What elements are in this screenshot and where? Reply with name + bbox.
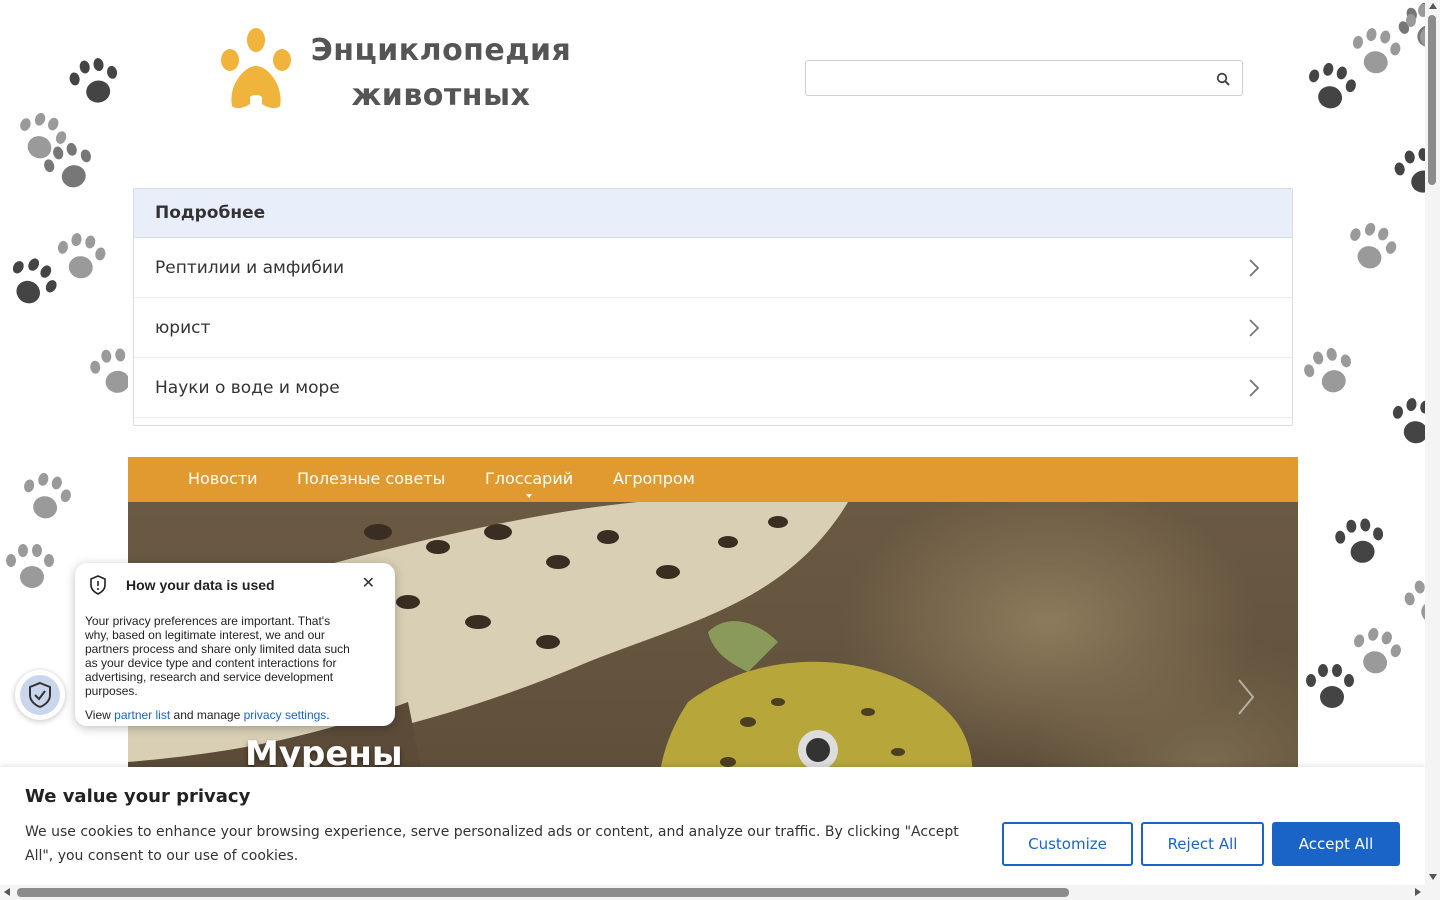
logo-line-2: животных [351, 78, 531, 113]
paw-print-decoration [1332, 212, 1409, 289]
scroll-down-arrow[interactable] [1429, 874, 1437, 880]
reject-all-button[interactable]: Reject All [1141, 822, 1264, 866]
nav-label: Новости [188, 469, 258, 488]
nav-label: Полезные советы [297, 469, 446, 488]
nav-label: Глоссарий [485, 469, 574, 488]
nav-agro[interactable]: Агропром [613, 457, 695, 502]
paw-print-decoration [1300, 660, 1360, 720]
vertical-scrollbar[interactable] [1425, 0, 1440, 900]
partner-list-link[interactable]: partner list [114, 708, 170, 722]
cookie-banner: We value your privacy We use cookies to … [0, 767, 1425, 885]
caret-down-icon [526, 494, 533, 498]
privacy-settings-link[interactable]: privacy settings [244, 708, 327, 722]
nav-label: Агропром [613, 469, 695, 488]
paw-print-decoration [0, 540, 60, 600]
popover-links: View partner list and manage privacy set… [85, 708, 385, 722]
paw-print-decoration [1293, 338, 1366, 411]
paw-logo-icon [221, 28, 291, 109]
more-panel: Подробнее Рептилии и амфибии юрист Науки… [133, 188, 1293, 426]
paw-print-decoration [1327, 512, 1392, 577]
privacy-shield-button[interactable] [15, 670, 65, 720]
more-item-reptiles[interactable]: Рептилии и амфибии [134, 238, 1292, 298]
search-input[interactable] [806, 61, 1206, 95]
more-item-lawyer[interactable]: юрист [134, 298, 1292, 358]
customize-button[interactable]: Customize [1002, 822, 1133, 866]
cookie-title: We value your privacy [25, 786, 251, 807]
search-icon[interactable] [1216, 72, 1230, 86]
more-item-label: юрист [155, 318, 211, 338]
chevron-right-icon[interactable] [1236, 677, 1256, 717]
horizontal-scrollbar[interactable] [0, 885, 1425, 900]
popover-title: How your data is used [126, 577, 275, 593]
view-text: View [85, 708, 111, 722]
nav-glossary[interactable]: Глоссарий [485, 457, 573, 502]
period-text: . [326, 708, 330, 722]
shield-check-icon [29, 681, 51, 709]
scrollbar-thumb[interactable] [17, 888, 1069, 897]
more-panel-title: Подробнее [134, 189, 1292, 238]
paw-print-decoration [60, 50, 130, 120]
popover-header: How your data is used ✕ [85, 573, 385, 599]
shield-icon [90, 575, 106, 595]
scroll-left-arrow[interactable] [4, 888, 10, 896]
and-manage-text: and manage [173, 708, 241, 722]
logo-text: Энциклопедия животных [296, 28, 586, 118]
chevron-right-icon [1249, 379, 1260, 397]
scroll-up-arrow[interactable] [1429, 3, 1437, 9]
popover-body: Your privacy preferences are important. … [85, 614, 350, 698]
more-item-label: Науки о воде и море [155, 378, 340, 398]
logo-line-1: Энциклопедия [310, 33, 572, 68]
cookie-text: We use cookies to enhance your browsing … [25, 824, 959, 864]
more-item-water-sciences[interactable]: Науки о воде и море [134, 358, 1292, 418]
more-item-label: Рептилии и амфибии [155, 258, 345, 278]
page-container: Энциклопедия животных Подробнее Рептилии… [128, 0, 1298, 900]
main-nav: Новости Полезные советы Глоссарий Агропр… [128, 457, 1298, 502]
nav-tips[interactable]: Полезные советы [297, 457, 445, 502]
scroll-right-arrow[interactable] [1415, 888, 1421, 896]
site-logo[interactable]: Энциклопедия животных [218, 26, 578, 116]
data-usage-popover: How your data is used ✕ Your privacy pre… [75, 563, 395, 726]
chevron-right-icon [1249, 259, 1260, 277]
search-box [805, 60, 1243, 96]
close-icon[interactable]: ✕ [362, 573, 375, 592]
chevron-right-icon [1249, 319, 1260, 337]
paw-print-decoration [8, 463, 81, 536]
nav-news[interactable]: Новости [188, 457, 258, 502]
scrollbar-thumb[interactable] [1428, 15, 1436, 185]
accept-all-button[interactable]: Accept All [1272, 822, 1400, 866]
